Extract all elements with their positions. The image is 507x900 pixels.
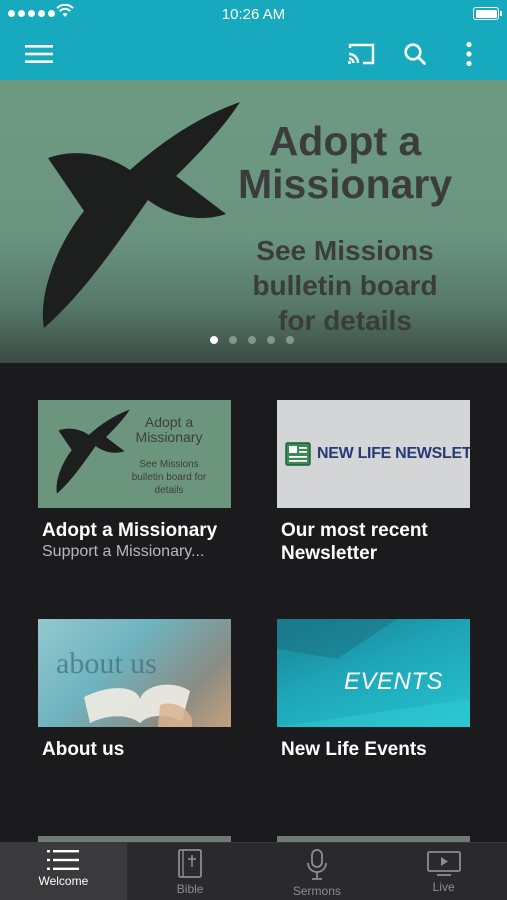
- card-thumbnail: EVENTS: [277, 619, 470, 727]
- card-thumbnail: NEW LIFE NEWSLETTER: [277, 400, 470, 508]
- bible-icon: [178, 849, 203, 878]
- status-time: 10:26 AM: [221, 6, 286, 23]
- more-options-button[interactable]: [451, 36, 487, 72]
- pager-dot[interactable]: [267, 336, 275, 344]
- hero-subtitle: See Missions bulletin board for details: [252, 235, 438, 336]
- card-title: New Life Events: [281, 739, 427, 760]
- newspaper-icon: [285, 442, 311, 466]
- microphone-icon: [306, 849, 327, 880]
- tab-label: Live: [432, 880, 455, 894]
- pager-dot[interactable]: [248, 336, 256, 344]
- card-subtitle: Support a Missionary...: [42, 543, 205, 560]
- thumbnail-text: about us: [56, 647, 157, 680]
- app-header: [0, 28, 507, 80]
- thumbnail-text: NEW LIFE NEWSLETTER: [317, 445, 470, 462]
- more-vertical-icon: [466, 41, 472, 67]
- battery-icon: [473, 7, 502, 20]
- card-thumbnail: Adopt a Missionary See Missions bulletin…: [38, 400, 231, 508]
- search-button[interactable]: [397, 36, 433, 72]
- card-adopt-missionary[interactable]: Adopt a Missionary See Missions bulletin…: [38, 400, 231, 561]
- bird-logo-icon: [56, 409, 130, 494]
- menu-button[interactable]: [21, 36, 57, 72]
- menu-icon: [25, 45, 53, 63]
- thumbnail-text: EVENTS: [344, 668, 444, 695]
- card-title: About us: [42, 739, 125, 760]
- tab-live[interactable]: Live: [380, 843, 507, 900]
- hero-title: Adopt a Missionary: [238, 118, 453, 207]
- tab-bible[interactable]: Bible: [127, 843, 254, 900]
- thumbnail-title: Adopt a Missionary: [135, 414, 203, 445]
- tab-label: Welcome: [38, 874, 89, 888]
- thumbnail-subtitle: See Missions bulletin board for details: [131, 459, 207, 496]
- bottom-tab-bar: Welcome Bible Sermons Live: [0, 842, 507, 900]
- search-icon: [404, 43, 426, 65]
- tab-welcome[interactable]: Welcome: [0, 843, 127, 900]
- card-newsletter[interactable]: NEW LIFE NEWSLETTER Our most recent News…: [277, 400, 470, 565]
- hero-carousel[interactable]: Adopt a Missionary See Missions bulletin…: [0, 80, 507, 363]
- pager-dot[interactable]: [286, 336, 294, 344]
- card-about-us[interactable]: about us About us: [38, 619, 231, 761]
- cast-button[interactable]: [343, 36, 379, 72]
- cast-icon: [347, 43, 375, 65]
- pager-dot[interactable]: [229, 336, 237, 344]
- carousel-pager[interactable]: [210, 336, 294, 344]
- status-bar: 10:26 AM: [0, 0, 507, 28]
- tab-sermons[interactable]: Sermons: [254, 843, 381, 900]
- card-thumbnail: about us: [38, 619, 231, 727]
- card-title: Our most recent Newsletter: [281, 520, 428, 564]
- tab-label: Sermons: [292, 884, 341, 898]
- play-video-icon: [426, 851, 461, 876]
- tab-label: Bible: [176, 882, 204, 896]
- list-icon: [47, 850, 80, 870]
- card-events[interactable]: EVENTS New Life Events: [277, 619, 470, 761]
- card-title: Adopt a Missionary: [42, 520, 218, 541]
- open-book-icon: [84, 684, 192, 727]
- bird-logo-icon: [42, 102, 241, 328]
- pager-dot[interactable]: [210, 336, 218, 344]
